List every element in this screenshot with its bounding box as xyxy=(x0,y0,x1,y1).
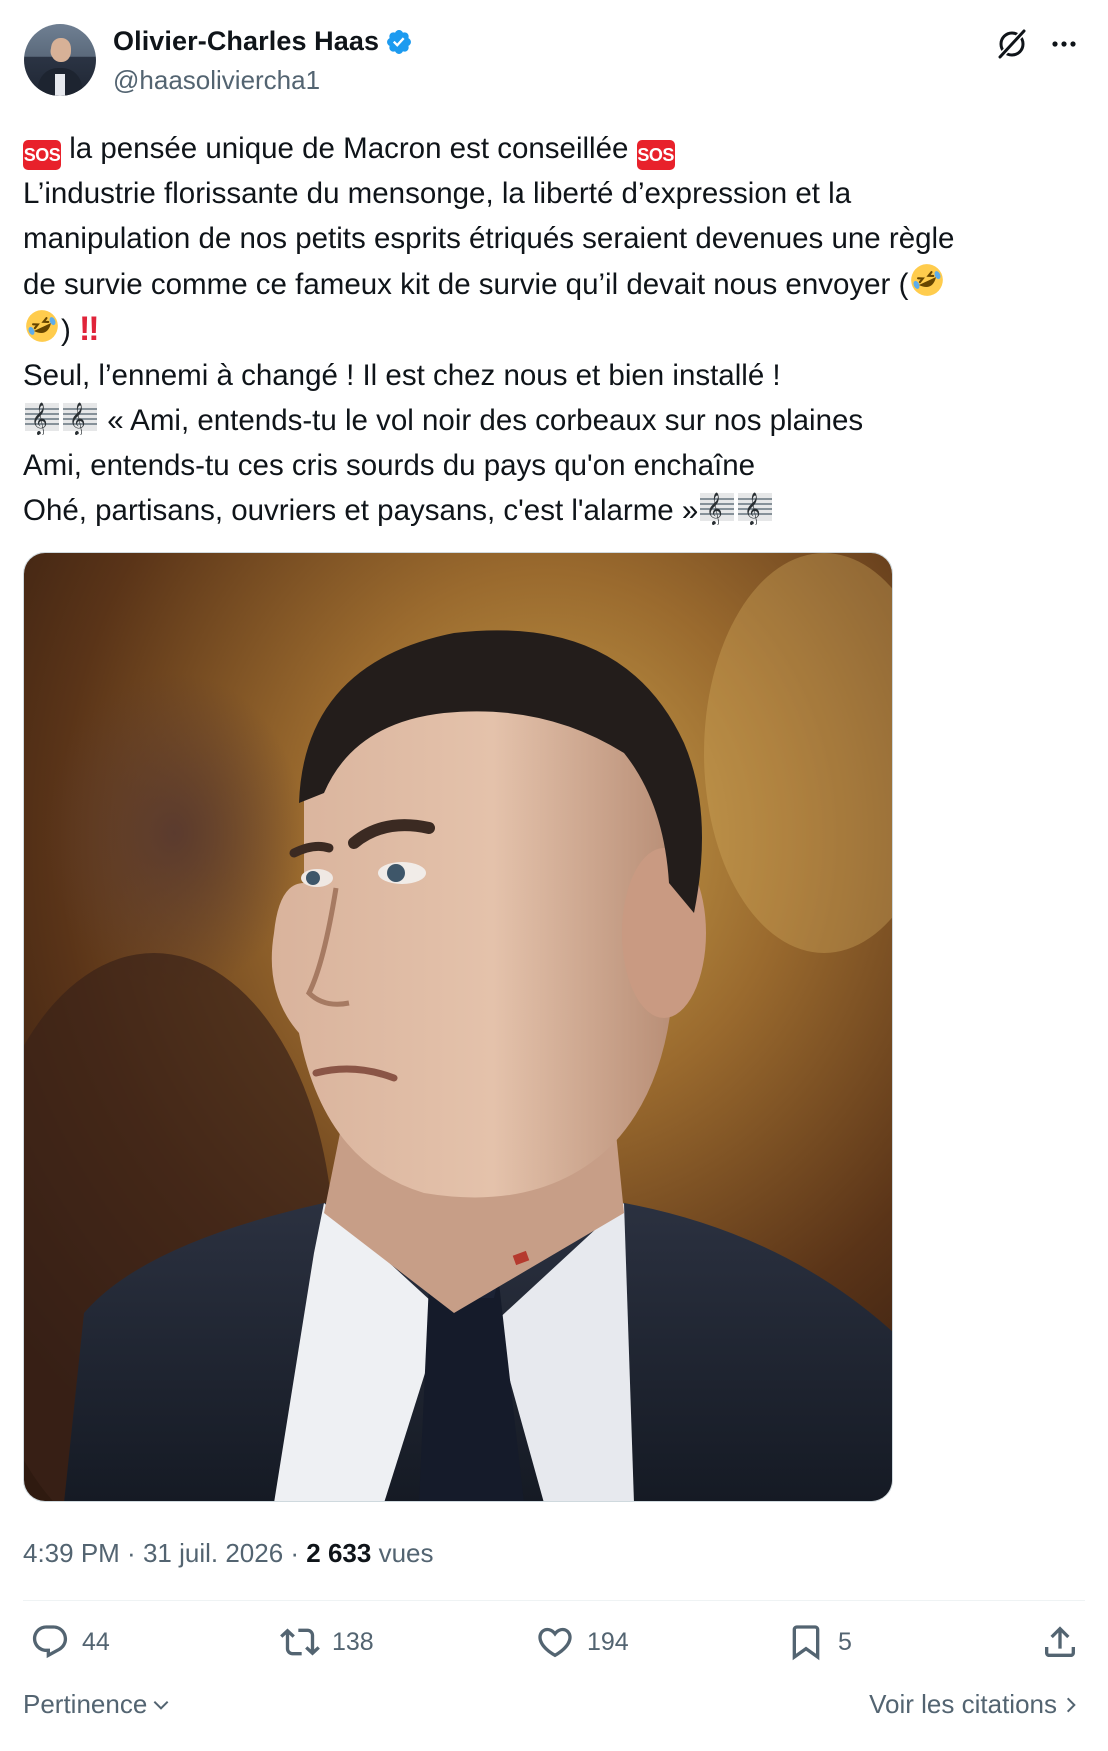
repost-button[interactable]: 138 xyxy=(280,1622,374,1662)
tweet-time[interactable]: 4:39 PM xyxy=(23,1538,120,1568)
tweet-line: manipulation de nos petits esprits étriq… xyxy=(23,222,955,255)
svg-text:𝄞: 𝄞 xyxy=(69,402,86,435)
rofl-emoji xyxy=(911,264,944,296)
double-exclamation-emoji: ‼ xyxy=(79,310,99,348)
reply-count: 44 xyxy=(82,1627,110,1656)
tweet-line: ) ‼ xyxy=(23,307,1093,353)
bookmark-icon xyxy=(792,1625,820,1661)
tweet-line: SOS la pensée unique de Macron est conse… xyxy=(23,126,1093,171)
svg-text:𝄞: 𝄞 xyxy=(706,492,723,525)
chevron-right-icon xyxy=(1066,1697,1076,1712)
musical-score-emoji: 𝄞 xyxy=(25,402,59,435)
repost-icon xyxy=(280,1628,320,1656)
author-row[interactable]: Olivier-Charles Haas xyxy=(113,26,413,57)
bookmark-button[interactable]: 5 xyxy=(786,1622,852,1662)
tweet-photo[interactable] xyxy=(23,552,893,1502)
musical-score-emoji: 𝄞 xyxy=(700,492,735,525)
views-label: vues xyxy=(371,1538,434,1568)
musical-score-emoji: 𝄞 xyxy=(63,402,97,435)
sos-icon: SOS xyxy=(636,140,675,170)
author-name[interactable]: Olivier-Charles Haas xyxy=(113,26,379,57)
reply-button[interactable]: 44 xyxy=(30,1622,110,1662)
divider xyxy=(23,1600,1085,1601)
musical-score-emoji: 𝄞 xyxy=(738,492,773,525)
author-handle[interactable]: @haasoliviercha1 xyxy=(113,65,320,96)
tweet-line: Ohé, partisans, ouvriers et paysans, c'e… xyxy=(23,488,1093,533)
share-icon xyxy=(1045,1626,1075,1657)
tweet-text: SOS la pensée unique de Macron est conse… xyxy=(23,126,1093,533)
like-button[interactable]: 194 xyxy=(535,1622,629,1662)
sort-label: Pertinence xyxy=(23,1689,148,1719)
bookmark-count: 5 xyxy=(838,1627,852,1656)
view-quotes-link[interactable]: Voir les citations xyxy=(869,1689,1081,1720)
sort-dropdown[interactable]: Pertinence xyxy=(23,1689,171,1720)
tweet-line: 𝄞 𝄞 « Ami, entends-tu le vol noir des co… xyxy=(23,398,1093,443)
sos-icon: SOS xyxy=(23,140,61,170)
avatar[interactable] xyxy=(24,24,96,96)
chevron-down-icon xyxy=(153,1700,169,1710)
more-options-icon[interactable] xyxy=(1046,26,1082,62)
tweet-meta: 4:39 PM · 31 juil. 2026 · 2 633 vues xyxy=(23,1538,434,1568)
tweet-line: Ami, entends-tu ces cris sourds du pays … xyxy=(23,449,756,482)
svg-text:𝄞: 𝄞 xyxy=(31,402,48,435)
heart-icon xyxy=(538,1627,572,1658)
grok-icon[interactable] xyxy=(994,26,1030,62)
tweet-line: de survie comme ce fameux kit de survie … xyxy=(23,261,1093,307)
tweet-line: L’industrie florissante du mensonge, la … xyxy=(23,177,852,210)
tweet-line: Seul, l’ennemi à changé ! Il est chez no… xyxy=(23,359,781,392)
views-count: 2 633 xyxy=(306,1538,372,1568)
rofl-emoji xyxy=(26,310,58,342)
tweet-date[interactable]: 31 juil. 2026 xyxy=(143,1538,283,1568)
quotes-label: Voir les citations xyxy=(869,1689,1057,1719)
tweet: Olivier-Charles Haas @haasoliviercha1 SO… xyxy=(0,0,1108,1751)
svg-text:𝄞: 𝄞 xyxy=(744,492,761,525)
share-button[interactable] xyxy=(1040,1622,1092,1662)
reply-icon xyxy=(32,1625,68,1659)
like-count: 194 xyxy=(587,1627,629,1656)
verified-badge-icon xyxy=(387,29,412,54)
repost-count: 138 xyxy=(332,1627,374,1656)
